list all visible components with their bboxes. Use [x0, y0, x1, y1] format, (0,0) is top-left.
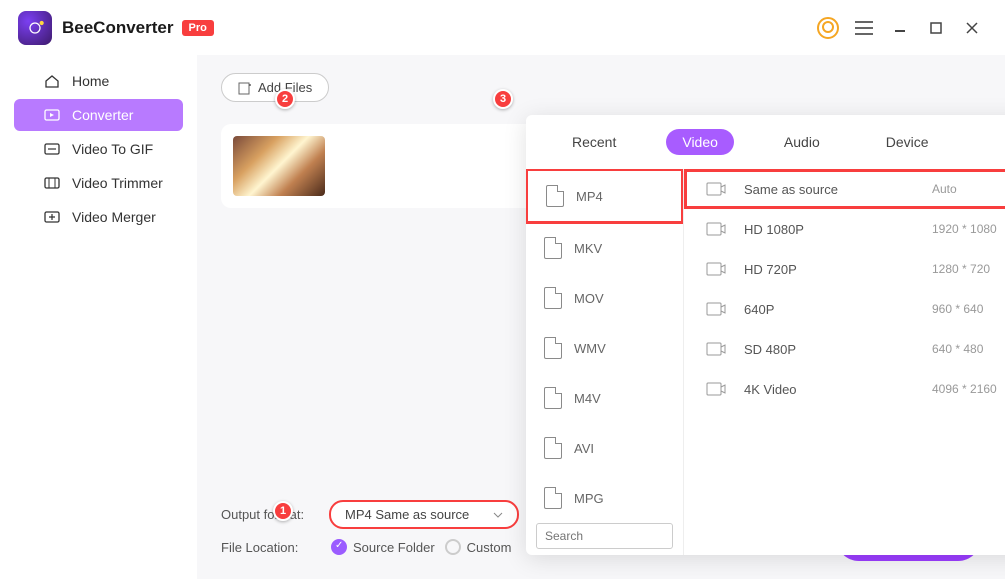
format-item-mkv[interactable]: MKV	[526, 223, 683, 273]
format-item-mov[interactable]: MOV	[526, 273, 683, 323]
sidebar-item-video-trimmer[interactable]: Video Trimmer	[14, 167, 183, 199]
minimize-icon[interactable]	[885, 13, 915, 43]
file-icon	[544, 487, 562, 509]
video-icon	[706, 301, 726, 317]
radio-source-folder[interactable]: Source Folder	[331, 539, 435, 555]
output-format-select[interactable]: MP4 Same as source	[329, 500, 519, 529]
video-icon	[706, 261, 726, 277]
format-item-avi[interactable]: AVI	[526, 423, 683, 473]
gif-icon	[44, 142, 60, 156]
file-icon	[546, 185, 564, 207]
sidebar-item-label: Video Trimmer	[72, 175, 163, 191]
converter-icon	[44, 108, 60, 122]
sidebar-item-label: Video To GIF	[72, 141, 153, 157]
tab-device[interactable]: Device	[870, 129, 945, 155]
sidebar-item-home[interactable]: Home	[14, 65, 183, 97]
sidebar-item-label: Converter	[72, 107, 133, 123]
video-icon	[706, 381, 726, 397]
file-location-label: File Location:	[221, 540, 321, 555]
file-icon	[544, 337, 562, 359]
resolution-item-640p[interactable]: 640P960 * 640	[684, 289, 1005, 329]
radio-custom[interactable]: Custom	[445, 539, 512, 555]
video-icon	[706, 341, 726, 357]
sidebar-item-label: Video Merger	[72, 209, 156, 225]
pro-badge: Pro	[182, 20, 214, 36]
main-area: Add Files Convert Output format: MP4 Sam…	[197, 55, 1005, 579]
video-icon	[706, 221, 726, 237]
menu-icon[interactable]	[849, 13, 879, 43]
format-column: MP4 MKV MOV WMV M4V AVI MPG	[526, 169, 684, 555]
resolution-item-1080p[interactable]: HD 1080P1920 * 1080	[684, 209, 1005, 249]
tab-video[interactable]: Video	[666, 129, 734, 155]
callout-3: 3	[493, 89, 513, 109]
output-format-value: MP4 Same as source	[345, 507, 469, 522]
video-icon	[706, 181, 726, 197]
home-icon	[44, 74, 60, 88]
trimmer-icon	[44, 176, 60, 190]
maximize-icon[interactable]	[921, 13, 951, 43]
format-popup: Recent Video Audio Device MP4 MKV MOV WM…	[526, 115, 1005, 555]
resolution-item-720p[interactable]: HD 720P1280 * 720	[684, 249, 1005, 289]
format-item-m4v[interactable]: M4V	[526, 373, 683, 423]
file-icon	[544, 287, 562, 309]
format-item-mpg[interactable]: MPG	[526, 473, 683, 517]
file-icon	[544, 237, 562, 259]
popup-tabs: Recent Video Audio Device	[526, 115, 1005, 169]
output-format-label: Output format:	[221, 507, 321, 522]
video-thumbnail[interactable]	[233, 136, 325, 196]
file-icon	[544, 387, 562, 409]
format-item-wmv[interactable]: WMV	[526, 323, 683, 373]
sidebar-item-converter[interactable]: Converter	[14, 99, 183, 131]
app-logo	[18, 11, 52, 45]
callout-1: 1	[273, 501, 293, 521]
user-icon[interactable]	[813, 13, 843, 43]
sidebar: Home Converter Video To GIF Video Trimme…	[0, 55, 197, 579]
tab-recent[interactable]: Recent	[556, 129, 632, 155]
sidebar-item-label: Home	[72, 73, 109, 89]
resolution-item-4k[interactable]: 4K Video4096 * 2160	[684, 369, 1005, 409]
close-icon[interactable]	[957, 13, 987, 43]
resolution-item-same-as-source[interactable]: Same as sourceAuto	[684, 169, 1005, 209]
add-files-icon	[238, 81, 252, 95]
titlebar: BeeConverter Pro	[0, 0, 1005, 55]
format-item-mp4[interactable]: MP4	[526, 169, 683, 224]
merger-icon	[44, 210, 60, 224]
chevron-down-icon	[493, 512, 503, 518]
callout-2: 2	[275, 89, 295, 109]
resolution-column: Same as sourceAuto HD 1080P1920 * 1080 H…	[684, 169, 1005, 555]
format-search-input[interactable]	[536, 523, 673, 549]
file-icon	[544, 437, 562, 459]
resolution-item-480p[interactable]: SD 480P640 * 480	[684, 329, 1005, 369]
tab-audio[interactable]: Audio	[768, 129, 836, 155]
app-name: BeeConverter	[62, 18, 174, 38]
sidebar-item-video-to-gif[interactable]: Video To GIF	[14, 133, 183, 165]
sidebar-item-video-merger[interactable]: Video Merger	[14, 201, 183, 233]
